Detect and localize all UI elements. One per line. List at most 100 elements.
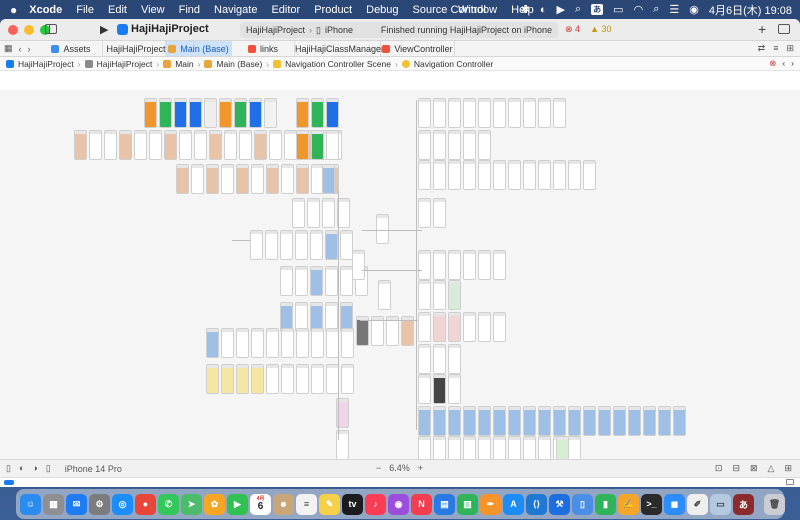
tab-main-storyboard[interactable]: Main (Base) xyxy=(166,41,232,56)
storyboard-scene[interactable] xyxy=(493,98,506,128)
storyboard-scene[interactable] xyxy=(179,130,192,160)
dock-simulator-icon[interactable]: ▯ xyxy=(572,493,593,515)
storyboard-scene[interactable] xyxy=(433,312,446,342)
storyboard-scene[interactable] xyxy=(463,130,476,160)
storyboard-scene[interactable] xyxy=(523,160,536,190)
storyboard-scene[interactable] xyxy=(292,198,305,228)
storyboard-scene[interactable] xyxy=(159,98,172,128)
scheme-selector[interactable]: HajiHajiProject › ▯ iPhone Finished runn… xyxy=(240,22,558,38)
dock-messages-icon[interactable]: ✆ xyxy=(158,493,179,515)
debug-panel-icon[interactable] xyxy=(786,479,794,485)
storyboard-scene[interactable] xyxy=(251,328,264,358)
scheme-device[interactable]: iPhone xyxy=(325,25,353,35)
storyboard-scene[interactable] xyxy=(74,130,87,160)
dock-terminal-icon[interactable]: >_ xyxy=(641,493,662,515)
storyboard-scene[interactable] xyxy=(538,98,551,128)
storyboard-scene[interactable] xyxy=(553,160,566,190)
storyboard-scene[interactable] xyxy=(265,230,278,260)
storyboard-scene[interactable] xyxy=(119,130,132,160)
storyboard-scene[interactable] xyxy=(221,364,234,394)
spotlight-icon[interactable]: ⌕ xyxy=(653,3,659,16)
storyboard-scene[interactable] xyxy=(583,160,596,190)
storyboard-scene[interactable] xyxy=(478,250,491,280)
apple-menu-icon[interactable]: ● xyxy=(10,3,17,17)
storyboard-scene[interactable] xyxy=(296,364,309,394)
storyboard-scene[interactable] xyxy=(418,198,431,228)
storyboard-scene[interactable] xyxy=(376,214,389,244)
inspector-toggle-icon[interactable] xyxy=(778,24,790,34)
storyboard-scene[interactable] xyxy=(206,328,219,358)
storyboard-scene[interactable] xyxy=(418,130,431,160)
pin-icon[interactable]: ⊠ xyxy=(750,463,758,474)
storyboard-scene[interactable] xyxy=(418,406,431,436)
storyboard-scene[interactable] xyxy=(463,98,476,128)
tab-class-manager[interactable]: HajiHajiClassManager xyxy=(295,41,384,56)
storyboard-scene[interactable] xyxy=(296,130,309,160)
storyboard-scene[interactable] xyxy=(280,230,293,260)
storyboard-scene[interactable] xyxy=(341,328,354,358)
jumpbar-item-scene[interactable]: Navigation Controller Scene xyxy=(285,59,391,69)
storyboard-scene[interactable] xyxy=(266,364,279,394)
dock-maps-icon[interactable]: ➤ xyxy=(181,493,202,515)
storyboard-scene[interactable] xyxy=(89,130,102,160)
jumpbar-item-main-base[interactable]: Main (Base) xyxy=(216,59,262,69)
storyboard-scene[interactable] xyxy=(418,280,431,310)
storyboard-scene[interactable] xyxy=(448,98,461,128)
grid-icon[interactable]: ▦ xyxy=(4,43,13,54)
storyboard-scene[interactable] xyxy=(280,266,293,296)
storyboard-scene[interactable] xyxy=(433,406,446,436)
issue-badges[interactable]: ⊗ 4 ▲ 30 xyxy=(565,24,612,35)
menu-edit[interactable]: Edit xyxy=(108,4,127,16)
dock-launchpad-icon[interactable]: ▦ xyxy=(43,493,64,515)
storyboard-scene[interactable] xyxy=(189,98,202,128)
storyboard-scene[interactable] xyxy=(322,198,335,228)
storyboard-scene[interactable] xyxy=(538,160,551,190)
storyboard-scene[interactable] xyxy=(236,328,249,358)
phone-icon[interactable]: ▯ xyxy=(46,463,51,474)
close-window-button[interactable] xyxy=(8,25,18,35)
storyboard-scene[interactable] xyxy=(493,160,506,190)
storyboard-scene[interactable] xyxy=(433,374,446,404)
storyboard-scene[interactable] xyxy=(296,98,309,128)
storyboard-scene[interactable] xyxy=(463,406,476,436)
storyboard-scene[interactable] xyxy=(538,406,551,436)
storyboard-scene[interactable] xyxy=(176,164,189,194)
storyboard-scene[interactable] xyxy=(311,130,324,160)
storyboard-scene[interactable] xyxy=(508,98,521,128)
storyboard-scene[interactable] xyxy=(493,312,506,342)
dock-notes-icon[interactable]: ✎ xyxy=(319,493,340,515)
storyboard-scene[interactable] xyxy=(433,98,446,128)
error-badge[interactable]: ⊗ 4 xyxy=(565,24,580,35)
storyboard-scene[interactable] xyxy=(628,406,641,436)
storyboard-scene[interactable] xyxy=(478,406,491,436)
dock-facetime-icon[interactable]: ▶ xyxy=(227,493,248,515)
storyboard-scene[interactable] xyxy=(433,344,446,374)
storyboard-scene[interactable] xyxy=(310,266,323,296)
siri-icon[interactable]: ◉ xyxy=(689,3,699,16)
storyboard-scene[interactable] xyxy=(281,328,294,358)
storyboard-scene[interactable] xyxy=(463,312,476,342)
storyboard-scene[interactable] xyxy=(433,250,446,280)
storyboard-scene[interactable] xyxy=(523,98,536,128)
storyboard-scene[interactable] xyxy=(295,266,308,296)
warning-badge[interactable]: ▲ 30 xyxy=(590,24,611,35)
storyboard-canvas[interactable] xyxy=(0,90,800,478)
storyboard-scene[interactable] xyxy=(418,250,431,280)
dock-safari-icon[interactable]: ◎ xyxy=(112,493,133,515)
menu-view[interactable]: View xyxy=(141,4,165,16)
search-menu-icon[interactable]: ⌕ xyxy=(575,3,581,16)
storyboard-scene[interactable] xyxy=(448,130,461,160)
dock-vscode-icon[interactable]: ⟨⟩ xyxy=(526,493,547,515)
storyboard-scene[interactable] xyxy=(311,98,324,128)
dock-numbers-icon[interactable]: ▥ xyxy=(457,493,478,515)
storyboard-scene[interactable] xyxy=(206,364,219,394)
storyboard-scene[interactable] xyxy=(523,406,536,436)
dock-contacts-icon[interactable]: ☻ xyxy=(273,493,294,515)
appearance-icon[interactable]: ◐ xyxy=(19,463,24,474)
resolve-icon[interactable]: △ xyxy=(768,463,775,474)
storyboard-scene[interactable] xyxy=(264,98,277,128)
forward-chevron-icon[interactable]: › xyxy=(28,44,31,54)
storyboard-scene[interactable] xyxy=(251,364,264,394)
dock-photos-icon[interactable]: ✿ xyxy=(204,493,225,515)
storyboard-scene[interactable] xyxy=(250,230,263,260)
